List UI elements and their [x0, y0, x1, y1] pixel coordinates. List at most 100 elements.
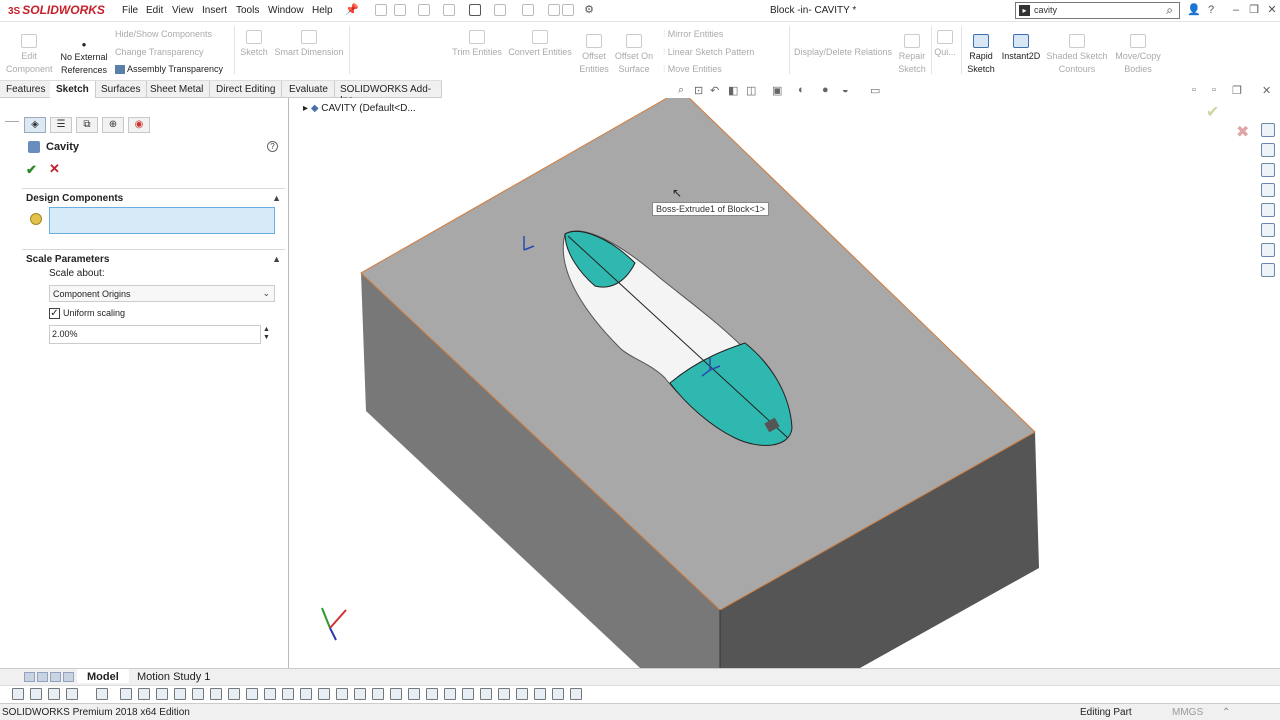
normal-to-icon[interactable]: [156, 688, 168, 700]
filter-faces-icon[interactable]: [66, 688, 78, 700]
block-icon[interactable]: [570, 688, 582, 700]
viewport-tile-icon[interactable]: ▫: [1212, 84, 1216, 96]
pin-icon[interactable]: 📌: [345, 4, 359, 16]
move-copy-bodies-button[interactable]: Move/Copy Bodies: [1110, 34, 1166, 76]
assembly-transparency-button[interactable]: Assembly Transparency: [115, 64, 223, 75]
confirm-corner-cancel-icon[interactable]: ✖: [1236, 122, 1249, 142]
zoom-area-icon[interactable]: ⊡: [694, 84, 703, 97]
solidworks-resources-icon[interactable]: [1261, 123, 1275, 137]
menu-tools[interactable]: Tools: [236, 5, 259, 16]
mirror-entities-button[interactable]: ⫶ Mirror Entities: [663, 29, 723, 40]
rectangle-icon[interactable]: [264, 688, 276, 700]
viewport-minimize-icon[interactable]: ▫: [1192, 84, 1196, 96]
display-icon[interactable]: [192, 688, 204, 700]
solidworks-forum-icon[interactable]: [1261, 243, 1275, 257]
viewport-restore-icon[interactable]: ❐: [1232, 84, 1242, 97]
tab-sheet-metal[interactable]: Sheet Metal: [144, 81, 211, 98]
smart-mate-icon[interactable]: [354, 688, 366, 700]
rapid-sketch-button[interactable]: Rapid Sketch: [964, 34, 998, 76]
first-tab-icon[interactable]: [24, 672, 35, 682]
view-palette-icon[interactable]: [1261, 183, 1275, 197]
menu-file[interactable]: File: [122, 5, 138, 16]
change-transparency-button[interactable]: Change Transparency: [115, 47, 204, 57]
tab-surfaces[interactable]: Surfaces: [95, 81, 148, 98]
display-style-icon[interactable]: ▣: [772, 84, 782, 97]
split-icon[interactable]: [552, 688, 564, 700]
shaded-sketch-contours-button[interactable]: Shaded Sketch Contours: [1046, 34, 1108, 76]
no-external-references-button[interactable]: ● No External References: [56, 38, 112, 77]
grid-icon[interactable]: [228, 688, 240, 700]
scale-parameters-group[interactable]: Scale Parameters ▲: [22, 249, 285, 269]
custom-properties-icon[interactable]: [1261, 223, 1275, 237]
previous-view-icon[interactable]: ↶: [710, 84, 719, 97]
sketch-chamfer-icon[interactable]: [462, 688, 474, 700]
tab-evaluate[interactable]: Evaluate: [283, 81, 335, 98]
rotate-icon[interactable]: [174, 688, 186, 700]
scenes-icon[interactable]: ◒: [842, 84, 849, 96]
next-tab-icon[interactable]: [50, 672, 61, 682]
dimension-icon[interactable]: [390, 688, 402, 700]
help-icon[interactable]: ?: [267, 141, 278, 152]
plane-icon[interactable]: [138, 688, 150, 700]
graphics-viewport[interactable]: [290, 98, 1255, 668]
restore-icon[interactable]: ❐: [1248, 4, 1260, 16]
smart-dimension-button[interactable]: Smart Dimension: [272, 30, 346, 59]
scale-about-select[interactable]: Component Origins ⌄: [49, 285, 275, 302]
edit-component-button[interactable]: Edit Component: [6, 34, 53, 76]
close-icon[interactable]: ✕: [1266, 4, 1278, 16]
trim-tool-icon[interactable]: [516, 688, 528, 700]
design-library-icon[interactable]: [1261, 143, 1275, 157]
tab-sketch[interactable]: Sketch: [50, 81, 96, 98]
section-view-icon[interactable]: ◧: [728, 84, 738, 97]
home-icon[interactable]: [375, 4, 387, 16]
select-icon[interactable]: [522, 4, 534, 16]
confirm-corner-check-icon[interactable]: ✔: [1206, 102, 1219, 122]
previous-tab-icon[interactable]: [37, 672, 48, 682]
tab-features[interactable]: Features: [0, 81, 53, 98]
feature-tree-root[interactable]: ▸ ◆ CAVITY (Default<D...: [303, 103, 416, 114]
hide-show-components-button[interactable]: Hide/Show Components: [115, 29, 212, 39]
save-icon[interactable]: [443, 4, 455, 16]
extend-icon[interactable]: [534, 688, 546, 700]
3dexperience-icon[interactable]: [1261, 263, 1275, 277]
convert-entities-button[interactable]: Convert Entities: [506, 30, 574, 59]
feature-manager-icon[interactable]: ◈: [24, 117, 46, 133]
mate-icon[interactable]: [372, 688, 384, 700]
uniform-scaling-checkbox[interactable]: ✓: [49, 308, 60, 319]
tab-addins[interactable]: SOLIDWORKS Add-Ins: [334, 81, 442, 106]
tab-motion-study-1[interactable]: Motion Study 1: [127, 669, 220, 683]
cancel-button[interactable]: ✕: [49, 161, 60, 177]
open-icon[interactable]: [418, 4, 430, 16]
move-entities-button[interactable]: ⫶ Move Entities: [663, 64, 722, 75]
rebuild-icon[interactable]: [548, 4, 560, 16]
search-icon[interactable]: ⌕: [1166, 3, 1173, 18]
ok-button[interactable]: ✔: [26, 162, 37, 178]
menu-view[interactable]: View: [172, 5, 194, 16]
file-properties-icon[interactable]: [562, 4, 574, 16]
design-components-selection-box[interactable]: [49, 207, 275, 234]
section-icon[interactable]: [426, 688, 438, 700]
instant2d-button[interactable]: Instant2D: [1000, 34, 1042, 63]
measure-icon[interactable]: [408, 688, 420, 700]
minimize-icon[interactable]: –: [1230, 4, 1242, 16]
scale-value-input[interactable]: 2.00%: [49, 325, 261, 344]
view-settings-icon[interactable]: ▭: [870, 84, 880, 97]
quick-snaps-button[interactable]: Qui...: [933, 30, 957, 59]
move-icon[interactable]: [318, 688, 330, 700]
hide-show-items-icon[interactable]: ◐: [798, 84, 805, 96]
box-icon[interactable]: [336, 688, 348, 700]
tab-model[interactable]: Model: [77, 669, 129, 683]
appearances-icon[interactable]: [1261, 203, 1275, 217]
pattern-icon[interactable]: [498, 688, 510, 700]
filter-icon[interactable]: [12, 688, 24, 700]
file-explorer-icon[interactable]: [1261, 163, 1275, 177]
offset-on-surface-button[interactable]: Offset On Surface: [612, 34, 656, 76]
sketch-fillet-icon[interactable]: [444, 688, 456, 700]
solidworks-logo[interactable]: 3S SOLIDWORKS: [8, 3, 105, 17]
repair-sketch-button[interactable]: Repair Sketch: [896, 34, 928, 76]
print-icon[interactable]: [469, 4, 481, 16]
viewport-close-icon[interactable]: ✕: [1262, 84, 1271, 97]
mirror-icon[interactable]: [480, 688, 492, 700]
filter-edges-icon[interactable]: [48, 688, 60, 700]
chevron-up-icon[interactable]: ▲: [272, 193, 281, 203]
